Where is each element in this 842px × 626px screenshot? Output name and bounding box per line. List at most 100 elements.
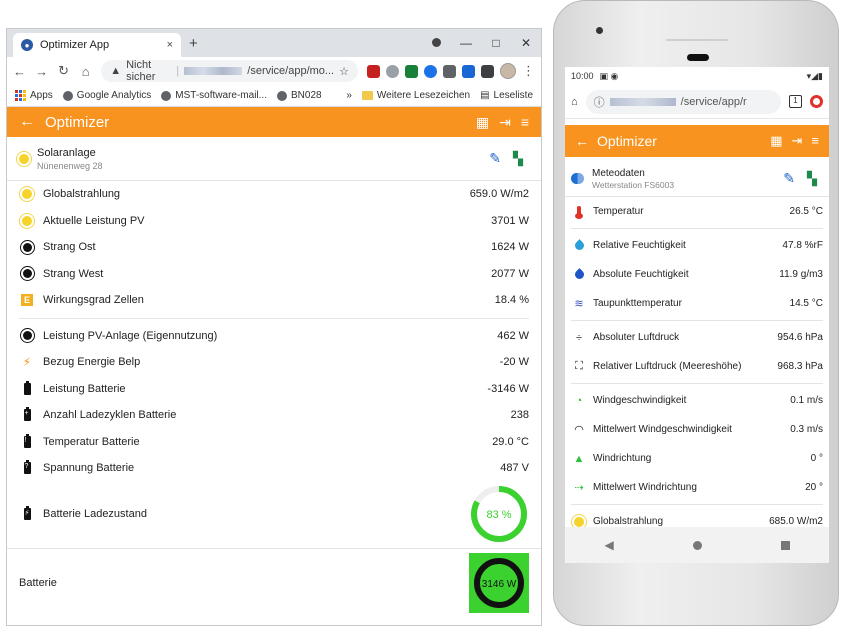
- bookmark-star-icon[interactable]: ☆: [339, 65, 349, 78]
- globe-icon: [161, 90, 172, 101]
- measurement-row: Globalstrahlung 659.0 W/m2: [7, 181, 541, 208]
- mobile-header-actions: ▦ ⇥ ≡: [770, 133, 819, 149]
- more-bookmarks-button[interactable]: »: [346, 90, 352, 101]
- battery-alert-icon: !: [19, 433, 35, 448]
- tab-title: Optimizer App: [40, 39, 110, 51]
- extension-icon[interactable]: [404, 64, 418, 78]
- battery-power-gauge: 3146 W: [469, 553, 529, 613]
- measurement-label: Leistung PV-Anlage (Eigennutzung): [43, 329, 218, 342]
- home-icon[interactable]: ⌂: [571, 96, 578, 108]
- dashboard-icon[interactable]: ▚: [807, 171, 817, 187]
- edit-pencil-icon[interactable]: ✎: [783, 170, 795, 187]
- charge-percent: 83 %: [486, 509, 511, 521]
- weather-row: ▲ Windrichtung 0 °: [565, 444, 829, 473]
- weather-value: 47.8 %rF: [782, 240, 823, 251]
- efficiency-icon: E: [19, 294, 35, 307]
- address-bar[interactable]: ▲ Nicht sicher | /service/app/mo... ☆: [101, 59, 358, 83]
- logout-icon[interactable]: ⇥: [499, 114, 511, 131]
- measurement-label: Strang West: [43, 267, 104, 280]
- logout-icon[interactable]: ⇥: [792, 133, 803, 149]
- measurement-row: E Wirkungsgrad Zellen 18.4 %: [7, 287, 541, 314]
- measurement-row: Leistung PV-Anlage (Eigennutzung) 462 W: [7, 323, 541, 350]
- weather-value: 954.6 hPa: [777, 332, 823, 343]
- bookmark-item[interactable]: Google Analytics: [62, 90, 151, 101]
- new-extension-icon[interactable]: [461, 64, 475, 78]
- signal-battery-icon: ▾◢▮: [806, 70, 823, 81]
- mobile-address-bar[interactable]: ⓘ /service/app/r: [585, 89, 781, 114]
- new-tab-button[interactable]: +: [189, 35, 198, 52]
- divider: [571, 228, 823, 229]
- snow-extension-icon[interactable]: [385, 64, 399, 78]
- close-window-button[interactable]: ✕: [511, 36, 541, 50]
- desktop-browser-window: ● Optimizer App × + — □ ✕ ← → ↻ ⌂ ▲ Nich…: [6, 28, 542, 626]
- nav-home-icon[interactable]: [692, 540, 702, 550]
- forward-arrow-icon[interactable]: →: [35, 64, 48, 79]
- weather-label: Relativer Luftdruck (Meereshöhe): [593, 361, 742, 372]
- android-nav-bar: ◀: [565, 527, 829, 563]
- hamburger-menu-icon[interactable]: ≡: [521, 114, 529, 131]
- weather-row: ⛶ Relativer Luftdruck (Meereshöhe) 968.3…: [565, 352, 829, 381]
- home-icon[interactable]: ⌂: [79, 64, 92, 79]
- dashboard-icon[interactable]: ▚: [513, 151, 523, 167]
- panel-title-block: Meteodaten Wetterstation FS6003: [592, 168, 783, 190]
- menu-dots-icon[interactable]: ⋮: [522, 63, 535, 79]
- gmail-extension-icon[interactable]: [366, 64, 380, 78]
- measurement-value: 487 V: [500, 462, 529, 475]
- measurement-label: Leistung Batterie: [43, 382, 126, 395]
- charge-state-row: ⚡ Batterie Ladezustand 83 %: [7, 482, 541, 546]
- weather-label: Mittelwert Windrichtung: [593, 482, 697, 493]
- weather-label: Relative Feuchtigkeit: [593, 240, 686, 251]
- battery-plus-icon: +: [19, 407, 35, 422]
- wind-speed-avg-icon: ◠: [574, 424, 584, 436]
- weather-value: 14.5 °C: [789, 298, 823, 309]
- opera-menu-icon[interactable]: [810, 95, 823, 108]
- panel-subtitle: Wetterstation FS6003: [592, 179, 675, 190]
- dewpoint-icon: ≋: [574, 298, 584, 310]
- weather-row: Absolute Feuchtigkeit 11.9 g/m3: [565, 260, 829, 289]
- maximize-button[interactable]: □: [481, 36, 511, 50]
- tab-close-icon[interactable]: ×: [167, 39, 173, 51]
- reading-list[interactable]: ▤ Leseliste: [480, 90, 533, 101]
- recording-icon[interactable]: [421, 36, 451, 50]
- nav-back-icon[interactable]: ◀: [604, 538, 613, 552]
- extension-icon[interactable]: [442, 64, 456, 78]
- browser-tab[interactable]: ● Optimizer App ×: [13, 33, 181, 57]
- minimize-button[interactable]: —: [451, 36, 481, 50]
- profile-avatar[interactable]: [499, 63, 516, 79]
- extension-icon[interactable]: [423, 64, 437, 78]
- back-arrow-icon[interactable]: ←: [575, 133, 589, 149]
- measurement-value: 2077 W: [491, 267, 529, 280]
- nav-recents-icon[interactable]: [780, 540, 790, 550]
- not-secure-label: Nicht sicher: [126, 59, 156, 83]
- weather-label: Mittelwert Windgeschwindigkeit: [593, 424, 732, 435]
- bookmark-label: MST-software-mail...: [175, 90, 267, 101]
- hamburger-menu-icon[interactable]: ≡: [811, 133, 819, 149]
- weather-value: 685.0 W/m2: [769, 516, 823, 527]
- measurement-value: 462 W: [497, 329, 529, 342]
- measurement-value: 1624 W: [491, 241, 529, 254]
- measurement-value: 3701 W: [491, 214, 529, 227]
- puzzle-icon[interactable]: [480, 64, 494, 78]
- edit-pencil-icon[interactable]: ✎: [489, 150, 501, 167]
- wind-speed-icon: ◔: [575, 394, 583, 407]
- bookmark-item[interactable]: BN028: [276, 90, 322, 101]
- header-actions: ▦ ⇥ ≡: [476, 114, 529, 131]
- weather-value: 20 °: [805, 482, 823, 493]
- browser-toolbar: ← → ↻ ⌂ ▲ Nicht sicher | /service/app/mo…: [7, 57, 541, 85]
- weather-label: Windgeschwindigkeit: [593, 395, 687, 406]
- bookmark-item[interactable]: MST-software-mail...: [161, 90, 267, 101]
- tab-switcher-button[interactable]: 1: [789, 95, 802, 108]
- charge-ring-gauge: 83 %: [471, 485, 527, 542]
- grid-view-icon[interactable]: ▦: [770, 133, 782, 149]
- other-bookmarks-folder[interactable]: Weitere Lesezeichen: [361, 90, 471, 101]
- bookmark-label: Weitere Lesezeichen: [376, 90, 471, 101]
- bookmark-apps[interactable]: Apps: [15, 90, 53, 101]
- weather-label: Windrichtung: [593, 453, 652, 464]
- back-arrow-icon[interactable]: ←: [13, 64, 26, 79]
- url-path: /service/app/mo...: [247, 65, 335, 77]
- reload-icon[interactable]: ↻: [57, 63, 70, 79]
- grid-view-icon[interactable]: ▦: [476, 114, 489, 131]
- not-secure-icon: ▲: [110, 65, 122, 77]
- info-icon: ⓘ: [593, 96, 605, 109]
- back-arrow-icon[interactable]: ←: [19, 113, 35, 131]
